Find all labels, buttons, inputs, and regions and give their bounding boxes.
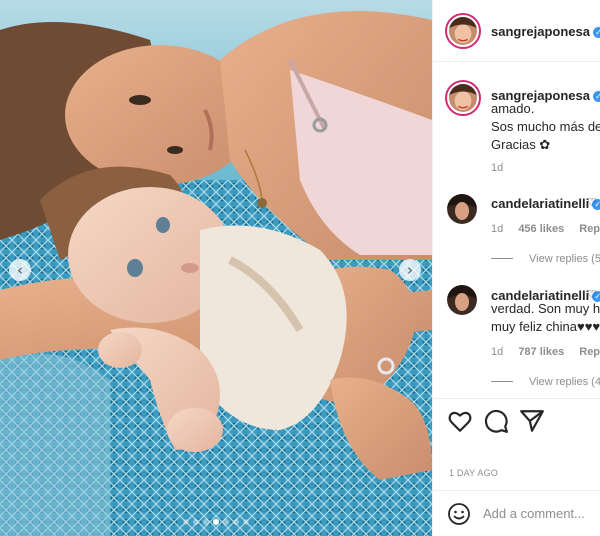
carousel-dot: [203, 519, 209, 525]
comment-heart-icon[interactable]: ♡: [587, 288, 597, 301]
header-username[interactable]: sangrejaponesa✓: [491, 24, 600, 39]
chevron-left-icon[interactable]: ‹: [9, 259, 31, 281]
smiley-icon[interactable]: [447, 502, 471, 526]
carousel-dots: [0, 519, 432, 525]
view-replies-button[interactable]: View replies (4: [491, 376, 600, 388]
post-actions: [433, 398, 600, 444]
post-timestamp[interactable]: 1 DAY AGO: [449, 468, 498, 478]
comment-meta: 1d 787 likes Reply: [491, 346, 600, 358]
instagram-post-view: ‹ › sangrejaponesa✓: [0, 0, 600, 536]
carousel-dot: [223, 519, 229, 525]
heart-icon[interactable]: [447, 408, 473, 434]
header-username-text[interactable]: sangrejaponesa: [491, 24, 590, 39]
verified-badge-icon: ✓: [593, 91, 600, 102]
comment-likes[interactable]: 787 likes: [518, 346, 564, 358]
view-replies-button[interactable]: View replies (5: [491, 253, 600, 265]
carousel-dot: [243, 519, 249, 525]
comment-bubble-icon[interactable]: [483, 408, 509, 434]
reply-button[interactable]: Reply: [579, 223, 600, 235]
replies-divider: [491, 258, 513, 259]
comment-age[interactable]: 1d: [491, 223, 503, 235]
avatar[interactable]: [445, 80, 481, 116]
carousel-dot: [233, 519, 239, 525]
comment-age[interactable]: 1d: [491, 346, 503, 358]
caption-line: amado.: [491, 101, 535, 116]
avatar[interactable]: [445, 13, 481, 49]
view-replies-label[interactable]: View replies (4: [529, 376, 600, 388]
carousel-dot: [193, 519, 199, 525]
carousel-dot: [183, 519, 189, 525]
caption-age[interactable]: 1d: [491, 162, 503, 174]
comment-heart-icon[interactable]: ♡: [587, 196, 597, 209]
comment-meta: 1d 456 likes Reply: [491, 223, 600, 235]
caption-line: Gracias ✿: [491, 137, 551, 152]
carousel-dot-active: [213, 519, 219, 525]
post-image: [0, 0, 432, 536]
post-side-panel: sangrejaponesa✓ sangrejaponesa✓ amado. S…: [432, 0, 600, 536]
view-replies-label[interactable]: View replies (5: [529, 253, 600, 265]
caption-line: Sos mucho más de: [491, 119, 600, 134]
verified-badge-icon: ✓: [593, 27, 600, 38]
comment-line: muy feliz china♥♥♥: [491, 319, 600, 334]
reply-button[interactable]: Reply: [579, 346, 600, 358]
comment-likes[interactable]: 456 likes: [518, 223, 564, 235]
post-photo[interactable]: ‹ ›: [0, 0, 432, 536]
paper-plane-icon[interactable]: [519, 408, 545, 434]
avatar[interactable]: [447, 194, 477, 224]
chevron-right-icon[interactable]: ›: [399, 259, 421, 281]
avatar-image: [447, 194, 477, 224]
avatar-image: [447, 285, 477, 315]
avatar-image: [449, 84, 477, 112]
post-header: sangrejaponesa✓: [433, 0, 600, 62]
replies-divider: [491, 381, 513, 382]
avatar-image: [449, 17, 477, 45]
comment-line: verdad. Son muy he: [491, 301, 600, 316]
comment-username[interactable]: candelariatinelli✓: [491, 196, 600, 211]
comment-username-text[interactable]: candelariatinelli: [491, 196, 589, 211]
avatar[interactable]: [447, 285, 477, 315]
comment-input[interactable]: Add a comment...: [483, 506, 585, 521]
add-comment-bar: Add a comment...: [433, 490, 600, 536]
